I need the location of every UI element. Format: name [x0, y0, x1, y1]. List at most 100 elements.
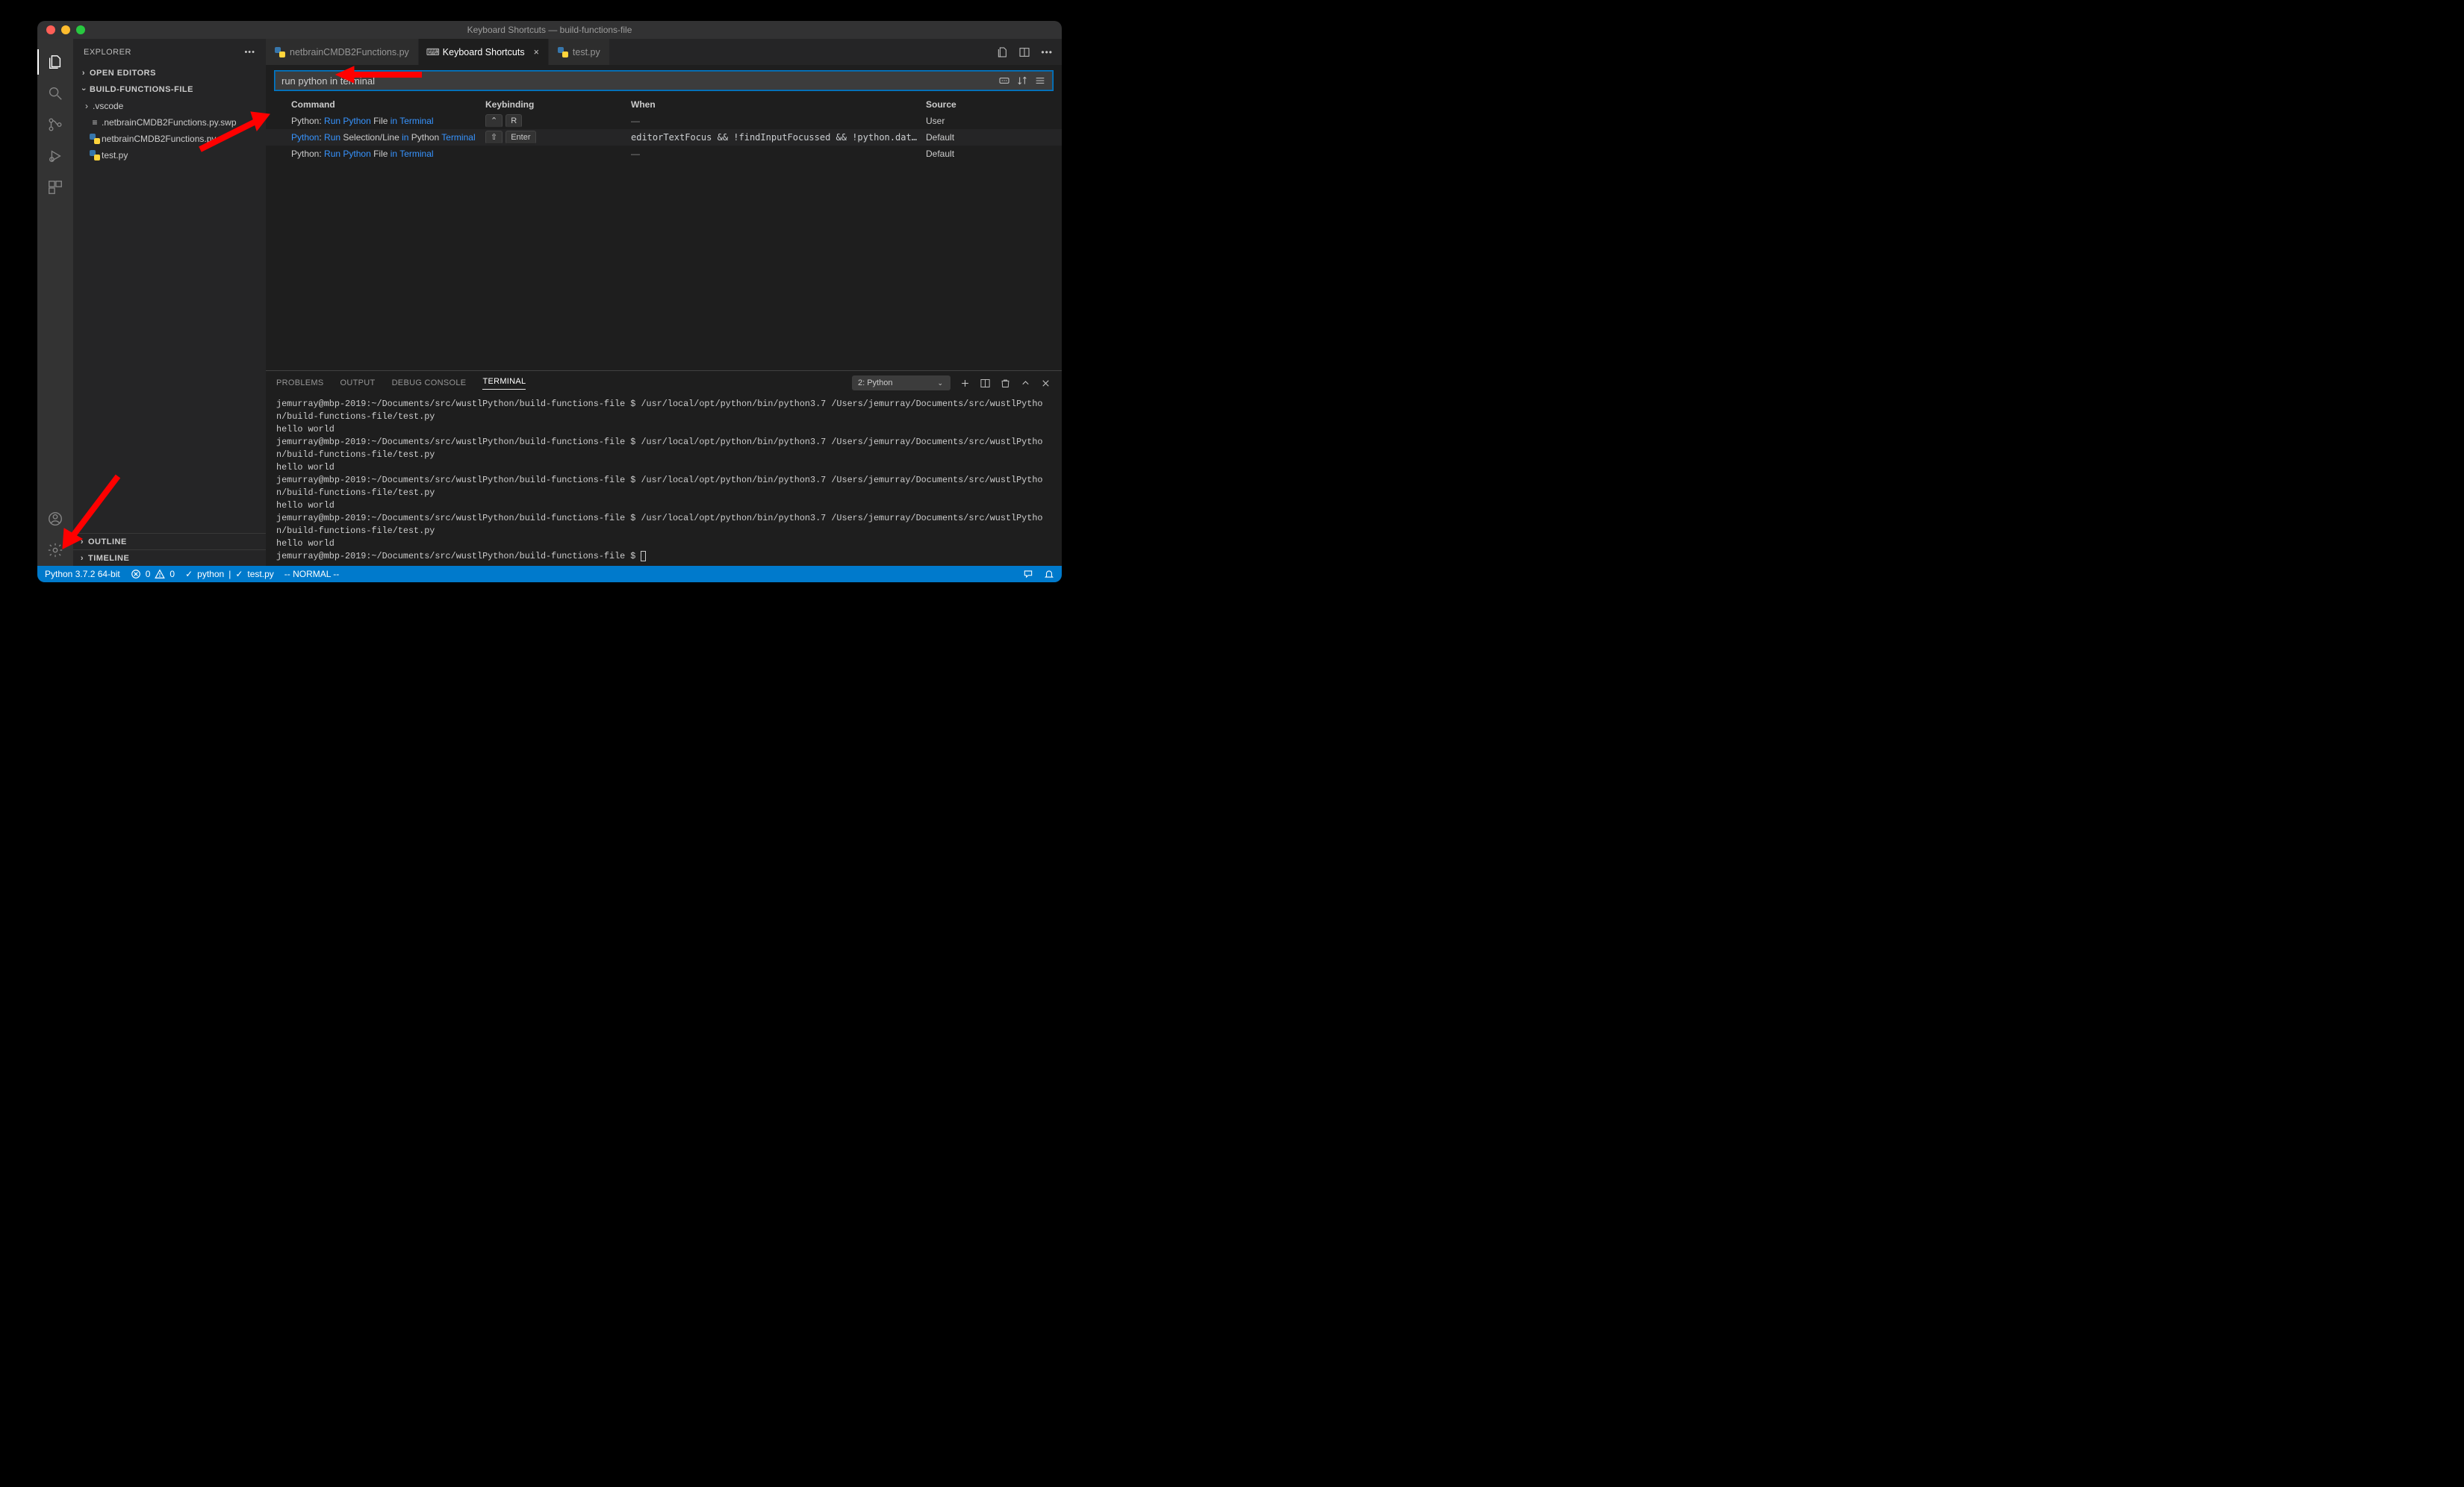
- kb-command: Python: Run Python File in Terminal: [291, 116, 485, 126]
- search-icon: [47, 85, 63, 102]
- file-item[interactable]: ≡.netbrainCMDB2Functions.py.swp: [73, 114, 266, 131]
- panel-tab-terminal[interactable]: TERMINAL: [482, 377, 526, 390]
- titlebar: Keyboard Shortcuts — build-functions-fil…: [37, 21, 1062, 39]
- activity-explorer[interactable]: [37, 46, 73, 78]
- keybinding-row[interactable]: Python: Run Selection/Line in Python Ter…: [266, 129, 1062, 146]
- chevron-down-icon: ›: [79, 84, 88, 96]
- kb-header-command[interactable]: Command: [291, 99, 485, 110]
- clear-search-icon[interactable]: [1034, 75, 1046, 87]
- terminal-output[interactable]: jemurray@mbp-2019:~/Documents/src/wustlP…: [266, 395, 1062, 566]
- extensions-icon: [47, 179, 63, 196]
- keybinding-row[interactable]: Python: Run Python File in Terminal⌃R—Us…: [266, 113, 1062, 129]
- maximize-panel-icon[interactable]: [1020, 378, 1031, 389]
- panel-tab-output[interactable]: OUTPUT: [340, 378, 376, 387]
- editor-area: netbrainCMDB2Functions.py ⌨ Keyboard Short…: [266, 39, 1062, 566]
- file-item[interactable]: ›.vscode: [73, 98, 266, 114]
- outline-section[interactable]: › OUTLINE: [73, 533, 266, 549]
- kb-header-when[interactable]: When: [631, 99, 926, 110]
- editor-more-icon[interactable]: •••: [1041, 47, 1053, 57]
- split-editor-icon[interactable]: [1018, 46, 1030, 58]
- debug-icon: [47, 148, 63, 164]
- editor-tab[interactable]: ⌨ Keyboard Shortcuts ×: [419, 39, 549, 65]
- timeline-section[interactable]: › TIMELINE: [73, 549, 266, 566]
- activity-settings[interactable]: [37, 534, 73, 566]
- activity-extensions[interactable]: [37, 172, 73, 203]
- file-label: .netbrainCMDB2Functions.py.swp: [102, 117, 237, 128]
- python-file-icon: [275, 47, 285, 57]
- chevron-right-icon: ›: [78, 69, 90, 78]
- sidebar-title-row: EXPLORER •••: [73, 39, 266, 65]
- split-terminal-icon[interactable]: [980, 378, 991, 389]
- tab-strip: netbrainCMDB2Functions.py ⌨ Keyboard Short…: [266, 39, 1062, 65]
- python-file-icon: [558, 47, 568, 57]
- file-label: netbrainCMDB2Functions.py: [102, 134, 216, 144]
- editor-actions: •••: [996, 39, 1062, 65]
- source-control-icon: [47, 116, 63, 133]
- kb-source: Default: [926, 132, 1062, 143]
- notifications-icon[interactable]: [1044, 569, 1054, 579]
- warning-icon: [155, 569, 165, 579]
- activity-search[interactable]: [37, 78, 73, 109]
- status-python[interactable]: Python 3.7.2 64-bit: [45, 569, 120, 579]
- keybinding-row[interactable]: Python: Run Python File in Terminal —Defa…: [266, 146, 1062, 162]
- close-panel-icon[interactable]: [1040, 378, 1051, 389]
- editor-tab[interactable]: netbrainCMDB2Functions.py: [266, 39, 419, 65]
- activity-accounts[interactable]: [37, 503, 73, 534]
- open-editors-section[interactable]: › OPEN EDITORS: [73, 65, 266, 81]
- file-label: .vscode: [93, 101, 123, 111]
- kb-when: editorTextFocus && !findInputFocussed &&…: [631, 132, 926, 143]
- file-item[interactable]: netbrainCMDB2Functions.py: [73, 131, 266, 147]
- kb-keys: ⌃R: [485, 114, 631, 128]
- close-tab-icon[interactable]: ×: [534, 47, 539, 57]
- kb-keys: ⇧Enter: [485, 131, 631, 144]
- feedback-icon[interactable]: [1023, 569, 1033, 579]
- kb-header-source[interactable]: Source: [926, 99, 1062, 110]
- record-keys-icon[interactable]: [998, 75, 1010, 87]
- editor-tab[interactable]: test.py: [549, 39, 610, 65]
- app-window: Keyboard Shortcuts — build-functions-fil…: [37, 21, 1062, 582]
- panel-tab-debug[interactable]: DEBUG CONSOLE: [392, 378, 467, 387]
- terminal-select[interactable]: 2: Python ⌄: [852, 375, 951, 390]
- kb-header-row: Command Keybinding When Source: [266, 96, 1062, 113]
- sidebar-title: EXPLORER: [84, 48, 131, 57]
- kb-source: Default: [926, 149, 1062, 159]
- kb-source: User: [926, 116, 1062, 126]
- sidebar-more-icon[interactable]: •••: [244, 48, 255, 57]
- kill-terminal-icon[interactable]: [1000, 378, 1011, 389]
- kb-when: —: [631, 149, 926, 159]
- status-vim-mode: -- NORMAL --: [284, 569, 340, 579]
- keyboard-icon: ⌨: [428, 47, 438, 57]
- panel-tabs: PROBLEMS OUTPUT DEBUG CONSOLE TERMINAL 2…: [266, 371, 1062, 395]
- gear-icon: [47, 542, 63, 558]
- file-item[interactable]: test.py: [73, 147, 266, 163]
- file-label: test.py: [102, 150, 128, 160]
- keybinding-search: [275, 71, 1053, 90]
- sort-precedence-icon[interactable]: [1016, 75, 1028, 87]
- kb-command: Python: Run Python File in Terminal: [291, 149, 485, 159]
- open-json-icon[interactable]: [996, 46, 1008, 58]
- activity-debug[interactable]: [37, 140, 73, 172]
- status-problems[interactable]: 0 0: [131, 569, 175, 579]
- panel: PROBLEMS OUTPUT DEBUG CONSOLE TERMINAL 2…: [266, 370, 1062, 566]
- kb-command: Python: Run Selection/Line in Python Ter…: [291, 132, 485, 143]
- file-icon: ≡: [88, 117, 102, 128]
- keyboard-shortcuts-editor: Command Keybinding When Source Python: R…: [266, 65, 1062, 370]
- activity-scm[interactable]: [37, 109, 73, 140]
- files-icon: [47, 54, 63, 70]
- chevron-right-icon: ›: [76, 537, 88, 546]
- status-linter[interactable]: ✓python | ✓test.py: [185, 569, 274, 579]
- tab-label: test.py: [573, 47, 600, 57]
- status-bar: Python 3.7.2 64-bit 0 0 ✓python | ✓test.…: [37, 566, 1062, 582]
- account-icon: [47, 511, 63, 527]
- panel-tab-problems[interactable]: PROBLEMS: [276, 378, 324, 387]
- tab-label: Keyboard Shortcuts: [443, 47, 525, 57]
- chevron-right-icon: ›: [81, 101, 93, 111]
- tab-label: netbrainCMDB2Functions.py: [290, 47, 409, 57]
- folder-section[interactable]: › BUILD-FUNCTIONS-FILE: [73, 81, 266, 98]
- kb-when: —: [631, 116, 926, 126]
- new-terminal-icon[interactable]: [959, 378, 971, 389]
- python-file-icon: [88, 150, 102, 160]
- kb-header-keybinding[interactable]: Keybinding: [485, 99, 631, 110]
- sidebar: EXPLORER ••• › OPEN EDITORS › BUILD-FUNC…: [73, 39, 266, 566]
- keybinding-search-input[interactable]: [281, 75, 998, 87]
